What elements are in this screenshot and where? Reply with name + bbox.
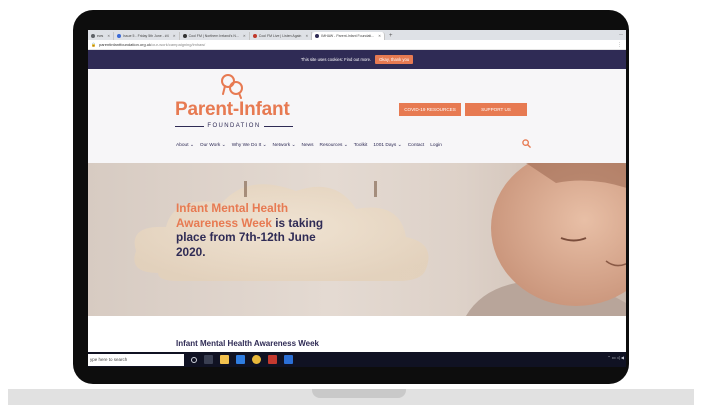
site-header: Parent-Infant FOUNDATION COVID-19 RESOUR… <box>88 69 626 163</box>
browser-tab[interactable]: Issue 5 - Friday 5th June - #4 ✕ <box>114 32 180 40</box>
nav-news[interactable]: News <box>302 143 314 148</box>
logo-subtitle: FOUNDATION <box>175 123 294 129</box>
logo-rule <box>263 125 294 127</box>
tab-favicon-icon <box>315 34 320 38</box>
lock-icon: 🔒 <box>91 42 96 47</box>
minimize-icon[interactable]: — <box>619 31 623 36</box>
browser-tab[interactable]: Cool FM | Northern Ireland's N... ✕ <box>180 32 250 40</box>
nav-network[interactable]: Network ⌄ <box>273 143 296 148</box>
nav-login[interactable]: Login <box>430 143 442 148</box>
outlook-icon[interactable] <box>284 355 293 364</box>
hero-headline: Infant Mental Health Awareness Week is t… <box>176 201 324 259</box>
tab-favicon-icon <box>182 34 187 38</box>
hero-banner: Infant Mental Health Awareness Week is t… <box>88 163 626 316</box>
address-bar[interactable]: 🔒 parentinfantfoundation.org.uk/our-work… <box>88 40 626 50</box>
logo-wordmark: Parent-Infant <box>175 99 290 120</box>
windows-taskbar: ype here to search ⌃ ▭ ◁ ◀ <box>88 352 626 367</box>
cookie-banner: This site uses cookies: Find out more. O… <box>88 50 626 69</box>
edge-icon[interactable] <box>236 355 245 364</box>
laptop-mockup: ews ✕ Issue 5 - Friday 5th June - #4 ✕ Coo… <box>0 0 702 405</box>
close-icon[interactable]: ✕ <box>243 34 246 38</box>
tab-favicon-icon <box>252 34 257 38</box>
cortana-icon[interactable] <box>191 356 197 363</box>
nav-contact[interactable]: Contact <box>408 143 425 148</box>
section-title: Infant Mental Health Awareness Week <box>176 339 320 348</box>
main-nav: About ⌄ Our Work ⌄ Why We Do It ⌄ Networ… <box>176 143 442 148</box>
chrome-icon[interactable] <box>252 355 261 364</box>
close-icon[interactable]: ✕ <box>107 34 110 38</box>
new-tab-button[interactable]: + <box>385 32 397 40</box>
nav-why-we-do-it[interactable]: Why We Do It ⌄ <box>232 143 267 148</box>
tab-favicon-icon <box>91 34 95 38</box>
browser-tab-bar: ews ✕ Issue 5 - Friday 5th June - #4 ✕ Coo… <box>88 30 626 40</box>
browser-tab[interactable]: Cool FM Live | Listen Again ✕ <box>250 32 313 40</box>
url-text[interactable]: parentinfantfoundation.org.uk/our-work/c… <box>99 42 205 47</box>
cookie-accept-button[interactable]: Okay, thank you <box>375 55 414 64</box>
newborn-baby-image <box>466 163 626 316</box>
covid-resources-button[interactable]: COVID-19 RESOURCES <box>399 103 461 116</box>
system-tray[interactable]: ⌃ ▭ ◁ ◀ <box>607 355 624 360</box>
app-icon[interactable] <box>268 355 277 364</box>
file-explorer-icon[interactable] <box>220 355 229 364</box>
nav-about[interactable]: About ⌄ <box>176 143 194 148</box>
nav-resources[interactable]: Resources ⌄ <box>320 143 348 148</box>
screen: ews ✕ Issue 5 - Friday 5th June - #4 ✕ Coo… <box>88 30 626 367</box>
laptop-notch <box>312 389 406 398</box>
menu-icon[interactable]: ⋮ <box>617 42 622 48</box>
browser-tab[interactable]: ews ✕ <box>88 32 115 40</box>
nav-toolkit[interactable]: Toolkit <box>354 143 368 148</box>
nav-our-work[interactable]: Our Work ⌄ <box>200 143 226 148</box>
browser-tab-active[interactable]: IMHAW - Parent-Infant Foundati... ✕ <box>312 32 385 40</box>
cookie-text[interactable]: This site uses cookies: Find out more. <box>301 57 371 62</box>
close-icon[interactable]: ✕ <box>378 34 381 38</box>
search-icon[interactable] <box>522 139 531 148</box>
taskbar-search-input[interactable]: ype here to search <box>88 353 184 366</box>
site-logo[interactable]: Parent-Infant FOUNDATION <box>175 73 294 133</box>
task-view-icon[interactable] <box>204 355 213 364</box>
close-icon[interactable]: ✕ <box>173 34 176 38</box>
support-us-button[interactable]: SUPPORT US <box>465 103 527 116</box>
close-icon[interactable]: ✕ <box>305 34 308 38</box>
logo-rings-icon <box>221 74 243 99</box>
nav-1001-days[interactable]: 1001 Days ⌄ <box>373 143 401 148</box>
logo-rule <box>175 125 205 127</box>
tab-favicon-icon <box>117 34 122 38</box>
